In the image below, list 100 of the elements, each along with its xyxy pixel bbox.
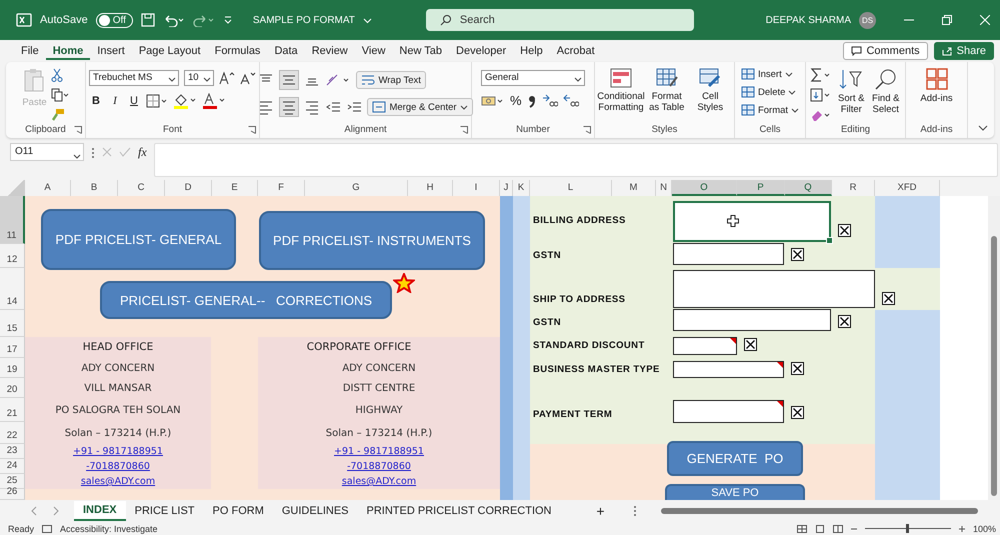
ribbon-tab[interactable]: File xyxy=(14,42,46,60)
input-field[interactable] xyxy=(673,361,784,378)
zoom-in-icon[interactable] xyxy=(958,524,965,532)
decrease-decimal-icon[interactable] xyxy=(562,94,579,108)
eraser-icon[interactable] xyxy=(810,108,832,122)
ribbon-tab[interactable]: Formulas xyxy=(208,42,268,60)
align-center-icon[interactable] xyxy=(279,97,300,117)
ribbon-tab[interactable]: Insert xyxy=(90,42,132,60)
sheet-tab[interactable]: INDEX xyxy=(74,501,126,521)
styles-button[interactable]: Cell Styles xyxy=(690,66,730,113)
more-icon[interactable] xyxy=(91,147,95,159)
user-name[interactable]: DEEPAK SHARMA xyxy=(766,14,851,26)
macro-button[interactable]: PDF PRICELIST- INSTRUMENTS xyxy=(259,211,485,270)
checkbox[interactable] xyxy=(744,338,757,351)
contact-link[interactable]: -7018870860 xyxy=(347,461,411,472)
input-field[interactable] xyxy=(673,400,784,423)
comments-button[interactable]: Comments xyxy=(843,42,928,60)
sheet-tab[interactable]: PRICE LIST xyxy=(126,501,204,521)
macro-button[interactable]: GENERATE PO xyxy=(667,441,803,476)
align-middle-icon[interactable] xyxy=(279,70,300,90)
input-field[interactable] xyxy=(673,309,831,331)
collapse-ribbon-icon[interactable] xyxy=(978,124,988,132)
search-field[interactable]: Search xyxy=(426,9,694,31)
ribbon-tab[interactable]: Data xyxy=(267,42,305,60)
document-title[interactable]: SAMPLE PO FORMAT xyxy=(252,14,355,26)
ribbon-tab[interactable]: Home xyxy=(46,42,90,60)
name-box[interactable]: O11 xyxy=(10,143,84,161)
contact-link[interactable]: sales@ADY.com xyxy=(80,476,156,487)
ribbon-tab[interactable]: Acrobat xyxy=(550,42,602,60)
ribbon-tab[interactable]: Developer xyxy=(449,42,514,60)
column-header[interactable]: Q xyxy=(785,180,832,196)
font-style-button[interactable]: B xyxy=(89,95,103,107)
orientation-icon[interactable] xyxy=(325,72,352,88)
borders-icon[interactable] xyxy=(146,94,168,108)
copy-icon[interactable] xyxy=(50,88,69,102)
save-icon[interactable] xyxy=(140,13,155,27)
column-header[interactable]: O xyxy=(672,180,737,196)
next-sheet-icon[interactable] xyxy=(52,506,60,516)
ribbon-tab[interactable]: Help xyxy=(513,42,550,60)
styles-button[interactable]: Format as Table xyxy=(647,66,686,113)
new-sheet-button[interactable]: + xyxy=(590,503,611,519)
input-field[interactable] xyxy=(673,243,784,265)
font-style-button[interactable]: I xyxy=(108,95,122,107)
page-layout-icon[interactable] xyxy=(814,524,825,532)
cells-button[interactable]: Insert xyxy=(740,68,800,80)
fill-color-icon[interactable] xyxy=(173,93,197,109)
align-right-icon[interactable] xyxy=(304,99,320,115)
normal-view-icon[interactable] xyxy=(796,524,807,532)
sheet-tab[interactable]: PO FORM xyxy=(204,501,273,521)
page-break-icon[interactable] xyxy=(832,524,843,532)
number-format-field[interactable]: General xyxy=(481,70,585,86)
macro-record-icon[interactable] xyxy=(42,524,52,532)
font-name-field[interactable]: Trebuchet MS xyxy=(89,70,179,86)
wrap-text-button[interactable]: Wrap Text xyxy=(356,71,426,89)
insert-function-button[interactable]: fx xyxy=(138,145,147,160)
checkbox[interactable] xyxy=(838,315,851,328)
dialog-launcher-icon[interactable] xyxy=(74,126,82,134)
customize-caret-icon[interactable] xyxy=(222,15,233,25)
dialog-launcher-icon[interactable] xyxy=(583,126,591,134)
merge-center-button[interactable]: Merge & Center xyxy=(367,98,473,116)
input-field[interactable] xyxy=(673,201,831,242)
column-header[interactable]: P xyxy=(737,180,785,196)
more-icon[interactable] xyxy=(632,505,637,517)
paintbrush-icon[interactable] xyxy=(50,108,65,122)
check-icon[interactable] xyxy=(119,147,131,157)
checkbox[interactable] xyxy=(791,406,804,419)
formula-input[interactable] xyxy=(154,143,998,177)
ribbon-tab[interactable]: New Tab xyxy=(392,42,450,60)
currency-icon[interactable] xyxy=(481,94,505,108)
fill-handle[interactable] xyxy=(826,237,833,244)
increase-decimal-icon[interactable] xyxy=(542,94,558,108)
input-field[interactable] xyxy=(673,270,875,308)
macro-button[interactable]: PDF PRICELIST- GENERAL xyxy=(41,209,236,270)
macro-button[interactable]: PRICELIST- GENERAL-- CORRECTIONS xyxy=(100,281,392,319)
macro-button[interactable]: SAVE PO xyxy=(665,484,805,500)
ribbon-tab[interactable]: View xyxy=(354,42,392,60)
dialog-launcher-icon[interactable] xyxy=(248,126,256,134)
styles-button[interactable]: Conditional Formatting xyxy=(599,66,643,113)
cells-button[interactable]: Format xyxy=(740,104,800,116)
restore-icon[interactable] xyxy=(942,15,952,25)
input-field[interactable] xyxy=(673,337,737,355)
caret-icon[interactable] xyxy=(362,16,372,24)
font-style-button[interactable]: U xyxy=(127,95,141,107)
sheet-tab[interactable]: GUIDELINES xyxy=(272,501,358,521)
editing-button[interactable]: Sort & Filter xyxy=(836,66,866,115)
row-header[interactable]: 11 xyxy=(0,196,25,244)
redo-icon[interactable] xyxy=(192,13,215,27)
contact-link[interactable]: +91 - 9817188951 xyxy=(334,446,424,457)
font-grow-icon[interactable] xyxy=(219,71,235,85)
checkbox[interactable] xyxy=(791,362,804,375)
previous-sheet-icon[interactable] xyxy=(30,506,38,516)
font-color-icon[interactable] xyxy=(202,93,226,109)
accessibility-status[interactable]: Accessibility: Investigate xyxy=(60,524,158,534)
sum-icon[interactable] xyxy=(810,68,832,82)
checkbox[interactable] xyxy=(882,292,895,305)
checkbox[interactable] xyxy=(838,224,851,237)
undo-icon[interactable] xyxy=(162,13,185,27)
scissors-icon[interactable] xyxy=(50,68,63,82)
contact-link[interactable]: +91 - 9817188951 xyxy=(73,446,163,457)
font-shrink-icon[interactable] xyxy=(240,71,256,85)
